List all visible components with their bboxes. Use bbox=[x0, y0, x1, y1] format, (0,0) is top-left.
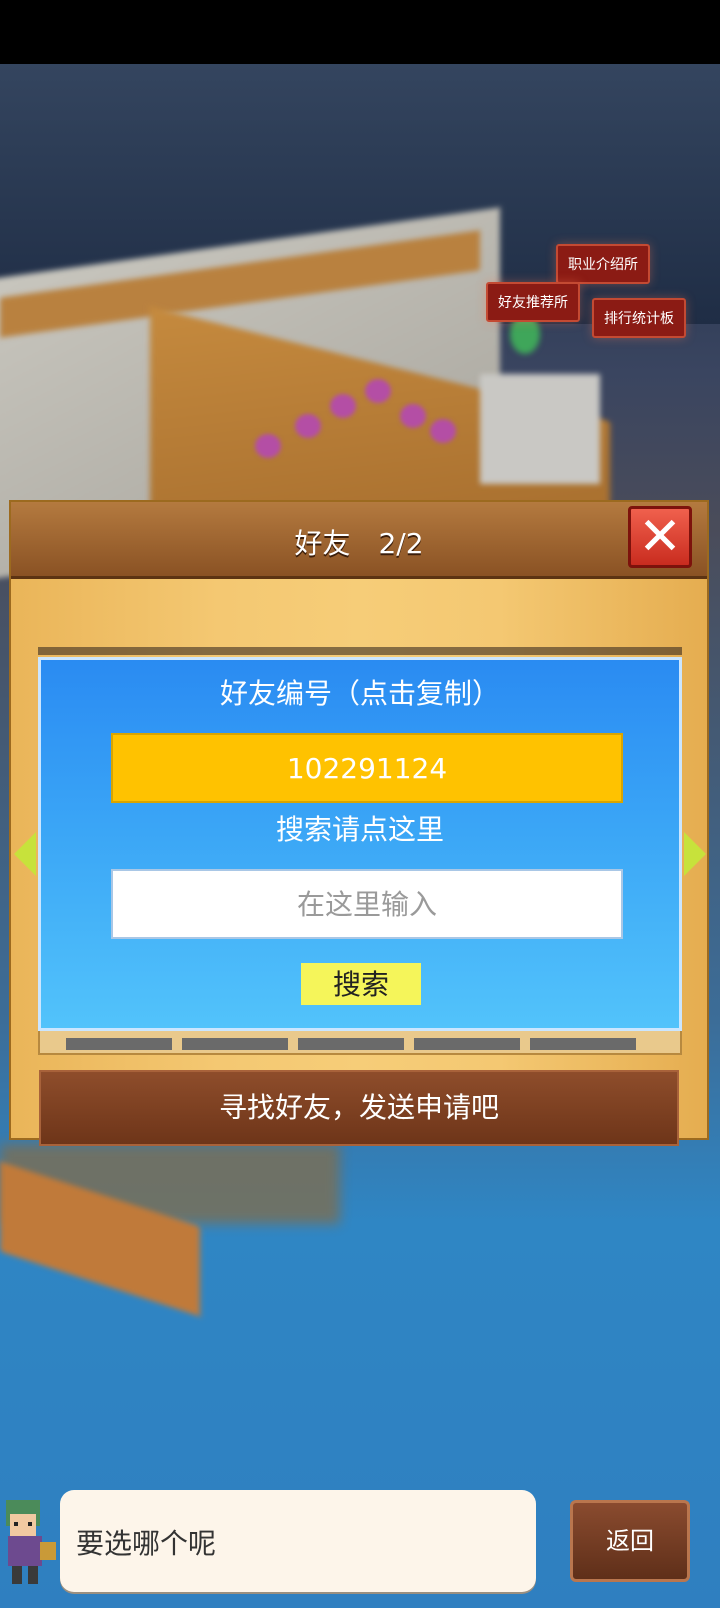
sign-job-agency[interactable]: 职业介绍所 bbox=[556, 244, 650, 284]
tab-strip-top bbox=[38, 647, 682, 655]
page-tab[interactable] bbox=[182, 1038, 288, 1050]
page-tab[interactable] bbox=[530, 1038, 636, 1050]
send-request-banner: 寻找好友，发送申请吧 bbox=[39, 1070, 679, 1146]
arrow-left-icon[interactable] bbox=[14, 832, 36, 876]
page-tab[interactable] bbox=[414, 1038, 520, 1050]
arrow-right-icon[interactable] bbox=[684, 832, 706, 876]
dialog-title-bar: 好友 2/2 bbox=[11, 502, 707, 579]
close-icon: ✕ bbox=[638, 507, 682, 567]
back-button[interactable]: 返回 bbox=[570, 1500, 690, 1582]
friend-search-input[interactable] bbox=[111, 869, 623, 939]
friend-search-panel: 好友编号（点击复制） 102291124 搜索请点这里 搜索 bbox=[38, 657, 682, 1031]
friend-id-label: 好友编号（点击复制） bbox=[219, 677, 500, 710]
sign-friend-recommend[interactable]: 好友推荐所 bbox=[486, 282, 580, 322]
sign-ranking-board[interactable]: 排行统计板 bbox=[592, 298, 686, 338]
close-button[interactable]: ✕ bbox=[628, 506, 692, 568]
friend-id-copy-box[interactable]: 102291124 bbox=[111, 733, 623, 803]
page-tab[interactable] bbox=[298, 1038, 404, 1050]
page-tab[interactable] bbox=[66, 1038, 172, 1050]
advisor-avatar bbox=[6, 1500, 56, 1584]
dialog-title: 好友 2/2 bbox=[294, 527, 424, 560]
status-bar bbox=[0, 0, 720, 64]
speech-bubble: 要选哪个呢 bbox=[60, 1490, 536, 1592]
speech-text: 要选哪个呢 bbox=[76, 1527, 217, 1560]
search-prompt-label: 搜索请点这里 bbox=[275, 813, 444, 846]
search-button[interactable]: 搜索 bbox=[301, 963, 421, 1005]
